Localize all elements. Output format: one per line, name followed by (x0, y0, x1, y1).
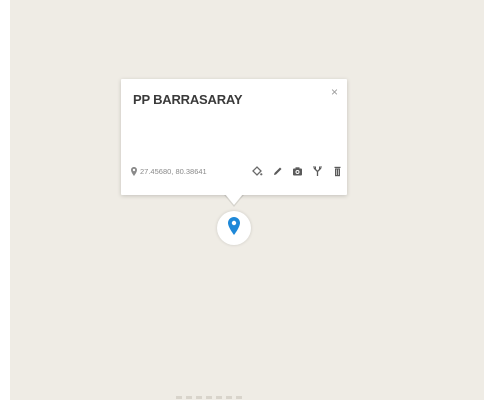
camera-icon[interactable] (291, 165, 303, 177)
pencil-icon[interactable] (271, 165, 283, 177)
route-fork-icon[interactable] (311, 165, 323, 177)
popup-title: PP BARRASARAY (133, 92, 243, 107)
coordinates-row: 27.45680, 80.38641 (131, 167, 207, 176)
map-pin-icon (228, 216, 240, 240)
map-canvas[interactable] (10, 0, 484, 400)
map-marker[interactable] (217, 211, 251, 245)
coordinates-text: 27.45680, 80.38641 (140, 167, 207, 176)
close-icon[interactable]: × (331, 86, 338, 98)
map-attribution-fragment (176, 396, 246, 399)
location-pin-icon (131, 167, 137, 176)
paint-bucket-icon[interactable] (251, 165, 263, 177)
info-popup: PP BARRASARAY × 27.45680, 80.38641 (121, 79, 347, 195)
popup-toolbar (251, 165, 343, 177)
trash-icon[interactable] (331, 165, 343, 177)
popup-pointer (225, 194, 243, 205)
